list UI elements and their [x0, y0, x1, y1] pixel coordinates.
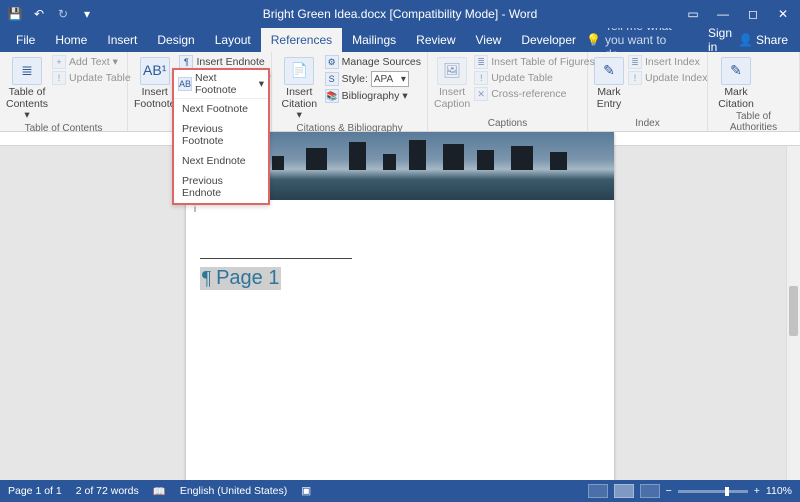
quick-access-toolbar: 💾 ↶ ↻ ▾ — [4, 3, 98, 25]
group-label-index: Index — [594, 117, 701, 131]
maximize-icon[interactable]: ◻ — [740, 3, 766, 25]
view-print-layout[interactable] — [614, 484, 634, 498]
manage-sources-icon: ⚙ — [325, 55, 339, 69]
mark-citation-button[interactable]: ✎ Mark Citation — [714, 55, 758, 110]
add-text-icon: + — [52, 55, 66, 69]
cross-ref-icon: ✕ — [474, 87, 488, 101]
caption-icon: 🖼 — [437, 57, 467, 85]
dropdown-previous-footnote[interactable]: Previous Footnote — [174, 119, 268, 151]
tab-mailings[interactable]: Mailings — [342, 28, 406, 52]
status-page[interactable]: Page 1 of 1 — [8, 485, 62, 497]
update-index-button[interactable]: !Update Index — [628, 71, 707, 85]
tab-review[interactable]: Review — [406, 28, 465, 52]
view-web-layout[interactable] — [640, 484, 660, 498]
macro-icon[interactable]: ▣ — [301, 485, 311, 497]
update-icon: ! — [52, 71, 66, 85]
style-icon: S — [325, 72, 339, 86]
spellcheck-icon[interactable]: 📖 — [153, 485, 166, 498]
citation-icon: 📄 — [284, 57, 314, 85]
update-tof-icon: ! — [474, 71, 488, 85]
tab-view[interactable]: View — [466, 28, 512, 52]
update-index-icon: ! — [628, 71, 642, 85]
close-icon[interactable]: ✕ — [770, 3, 796, 25]
group-captions: 🖼 Insert Caption ≣Insert Table of Figure… — [428, 52, 588, 131]
window-controls: ▭ — ◻ ✕ — [680, 3, 796, 25]
footnote-icon: AB¹ — [140, 57, 170, 85]
update-table-button[interactable]: !Update Table — [52, 71, 131, 85]
group-citations: 📄 Insert Citation ▾ ⚙Manage Sources SSty… — [272, 52, 428, 131]
tab-design[interactable]: Design — [147, 28, 204, 52]
insert-tof-button[interactable]: ≣Insert Table of Figures — [474, 55, 595, 69]
undo-icon[interactable]: ↶ — [28, 3, 50, 25]
dropdown-next-footnote[interactable]: Next Footnote — [174, 99, 268, 119]
toc-icon: ≣ — [12, 57, 42, 85]
endnote-icon: ¶ — [179, 55, 193, 69]
redo-icon[interactable]: ↻ — [52, 3, 74, 25]
zoom-in-button[interactable]: + — [754, 485, 760, 497]
zoom-level[interactable]: 110% — [766, 485, 792, 497]
footnote-separator — [200, 258, 352, 259]
insert-footnote-button[interactable]: AB¹ Insert Footnote — [134, 55, 175, 117]
tab-file[interactable]: File — [6, 28, 45, 52]
vertical-scrollbar[interactable] — [786, 146, 800, 480]
status-words[interactable]: 2 of 72 words — [76, 485, 139, 497]
save-icon[interactable]: 💾 — [4, 3, 26, 25]
tab-home[interactable]: Home — [45, 28, 97, 52]
title-bar: 💾 ↶ ↻ ▾ Bright Green Idea.docx [Compatib… — [0, 0, 800, 28]
table-of-contents-button[interactable]: ≣ Table of Contents ▾ — [6, 55, 48, 122]
tab-developer[interactable]: Developer — [511, 28, 586, 52]
group-table-of-contents: ≣ Table of Contents ▾ +Add Text ▾ !Updat… — [0, 52, 128, 131]
bibliography-icon: 📚 — [325, 89, 339, 103]
style-dropdown[interactable]: APA▾ — [371, 71, 409, 87]
ribbon-tabs: File Home Insert Design Layout Reference… — [0, 28, 800, 52]
group-label-captions: Captions — [434, 117, 581, 131]
citation-style-select[interactable]: SStyle: APA▾ — [325, 71, 421, 87]
group-table-of-authorities: ✎ Mark Citation Table of Authorities — [708, 52, 800, 131]
share-button[interactable]: 👤 Share — [738, 33, 788, 47]
qat-customize-icon[interactable]: ▾ — [76, 3, 98, 25]
cross-reference-button[interactable]: ✕Cross-reference — [474, 87, 595, 101]
insert-citation-button[interactable]: 📄 Insert Citation ▾ — [278, 55, 321, 122]
mark-citation-icon: ✎ — [721, 57, 751, 85]
tof-icon: ≣ — [474, 55, 488, 69]
next-footnote-dropdown: ABNext Footnote ▾ Next Footnote Previous… — [172, 68, 270, 205]
mark-entry-button[interactable]: ✎ Mark Entry — [594, 55, 624, 117]
update-tof-button[interactable]: !Update Table — [474, 71, 595, 85]
mark-entry-icon: ✎ — [594, 57, 624, 85]
insert-endnote-button[interactable]: ¶Insert Endnote — [179, 55, 270, 69]
footnote-marker: i — [194, 204, 196, 214]
tab-references[interactable]: References — [261, 28, 342, 52]
next-footnote-icon: AB — [178, 77, 192, 91]
status-bar: Page 1 of 1 2 of 72 words 📖 English (Uni… — [0, 480, 800, 502]
window-title: Bright Green Idea.docx [Compatibility Mo… — [263, 7, 538, 21]
document-workspace: i ¶ Page 1 — [0, 132, 800, 480]
minimize-icon[interactable]: — — [710, 3, 736, 25]
dropdown-selected[interactable]: ABNext Footnote ▾ — [174, 70, 268, 99]
bibliography-button[interactable]: 📚Bibliography ▾ — [325, 89, 421, 103]
insert-index-icon: ≣ — [628, 55, 642, 69]
page-number-text[interactable]: ¶ Page 1 — [200, 267, 281, 290]
status-language[interactable]: English (United States) — [180, 485, 287, 497]
tab-layout[interactable]: Layout — [205, 28, 261, 52]
insert-index-button[interactable]: ≣Insert Index — [628, 55, 707, 69]
zoom-out-button[interactable]: − — [666, 485, 672, 497]
group-footnotes: AB¹ Insert Footnote ¶Insert Endnote ABNe… — [128, 52, 272, 131]
insert-caption-button[interactable]: 🖼 Insert Caption — [434, 55, 470, 117]
dropdown-next-endnote[interactable]: Next Endnote — [174, 151, 268, 171]
dropdown-previous-endnote[interactable]: Previous Endnote — [174, 171, 268, 203]
zoom-slider[interactable] — [678, 490, 748, 493]
scroll-thumb[interactable] — [789, 286, 798, 336]
sign-in-link[interactable]: Sign in — [708, 26, 732, 54]
view-read-mode[interactable] — [588, 484, 608, 498]
ribbon: ≣ Table of Contents ▾ +Add Text ▾ !Updat… — [0, 52, 800, 132]
ribbon-options-icon[interactable]: ▭ — [680, 3, 706, 25]
add-text-button[interactable]: +Add Text ▾ — [52, 55, 131, 69]
group-index: ✎ Mark Entry ≣Insert Index !Update Index… — [588, 52, 708, 131]
tab-insert[interactable]: Insert — [97, 28, 147, 52]
manage-sources-button[interactable]: ⚙Manage Sources — [325, 55, 421, 69]
